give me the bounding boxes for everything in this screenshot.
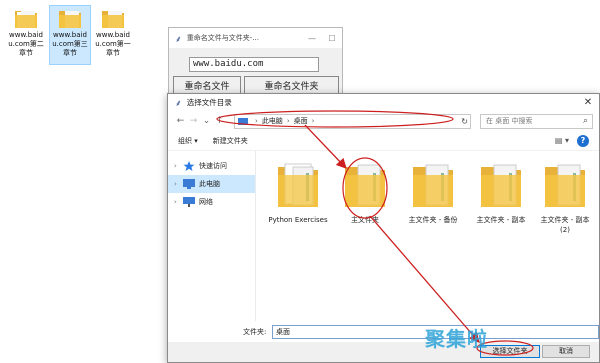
url-input[interactable]: www.baidu.com [189, 57, 319, 72]
nav-item-this-pc[interactable]: › 此电脑 [168, 175, 255, 193]
up-arrow-icon[interactable]: ↑ [213, 116, 226, 126]
file-item-python-exercises[interactable]: Python Exercises [268, 159, 328, 225]
nav-item-quick-access[interactable]: › 快速访问 [168, 157, 255, 175]
file-item-main-folder[interactable]: 主文件夹 [335, 159, 395, 225]
nav-item-network[interactable]: › 网络 [168, 193, 255, 211]
folder-icon [413, 164, 453, 207]
dialog-button-row: 选择文件夹 取消 [168, 342, 599, 362]
folder-icon [345, 164, 385, 207]
rename-app-title: 重命名文件与文件夹-... [186, 34, 259, 42]
file-item-label: Python Exercises [268, 216, 328, 224]
file-item-label: 主文件夹 - 副本 (2) [540, 216, 590, 234]
pc-icon [183, 179, 195, 189]
file-item-main-folder-backup[interactable]: 主文件夹 - 备份 [403, 159, 463, 225]
folder-name-row: 文件夹: 桌面 [168, 323, 599, 341]
help-icon[interactable]: ? [577, 134, 589, 147]
desktop-icon-label: www.baidu.com第三章节 [52, 31, 88, 57]
chevron-right-icon[interactable]: › [174, 180, 183, 188]
dialog-titlebar: ⸙ 选择文件目录 ✕ [168, 94, 599, 111]
file-item-label: 主文件夹 - 副本 [476, 216, 526, 224]
minimize-icon[interactable]: — [302, 34, 322, 43]
select-folder-button[interactable]: 选择文件夹 [480, 345, 540, 358]
file-item-label: 主文件夹 [351, 216, 379, 224]
desktop-icon-chapter3[interactable]: www.baidu.com第三章节 [49, 5, 91, 65]
file-item-main-folder-copy[interactable]: 主文件夹 - 副本 [471, 159, 531, 225]
feather-icon: ⸙ [175, 34, 182, 45]
chevron-right-icon[interactable]: › [174, 162, 183, 170]
network-icon [183, 197, 195, 207]
breadcrumb-desktop[interactable]: 桌面 [294, 116, 308, 126]
file-list: Python Exercises 主文件夹 主文件夹 - 备份 主文件夹 - 副… [263, 151, 598, 321]
select-folder-dialog: ⸙ 选择文件目录 ✕ ← → ⌄ ↑ › 此电脑 › 桌面 › ↻ 在 桌面 中… [167, 93, 600, 363]
new-folder-button[interactable]: 新建文件夹 [213, 136, 248, 146]
close-icon[interactable]: ✕ [577, 97, 599, 108]
search-icon: ⌕ [582, 115, 588, 126]
folder-icon [545, 164, 585, 207]
dialog-toolbar: 组织 ▾ 新建文件夹 ▤ ▾ ? [168, 131, 599, 151]
cancel-button[interactable]: 取消 [542, 345, 590, 358]
nav-item-label: 快速访问 [199, 162, 227, 170]
address-row: ← → ⌄ ↑ › 此电脑 › 桌面 › ↻ 在 桌面 中搜索 ⌕ [168, 111, 599, 131]
navigation-pane: › 快速访问 › 此电脑 › 网络 [168, 151, 256, 321]
file-item-label: 主文件夹 - 备份 [408, 216, 458, 224]
folder-icon [278, 163, 318, 207]
chevron-right-icon[interactable]: › [174, 198, 183, 206]
back-arrow-icon[interactable]: ← [174, 116, 187, 126]
folder-icon [481, 164, 521, 207]
folder-icon [100, 6, 126, 30]
rename-app-titlebar: ⸙ 重命名文件与文件夹-... — ☐ [169, 28, 342, 48]
breadcrumb-separator-icon[interactable]: › [287, 117, 290, 125]
breadcrumb-separator-icon[interactable]: › [312, 117, 315, 125]
breadcrumb-separator-icon[interactable]: › [255, 117, 258, 125]
desktop-icon-label: www.baidu.com第二章节 [8, 31, 44, 57]
dialog-title: 选择文件目录 [186, 98, 232, 107]
feather-icon: ⸙ [175, 99, 182, 109]
chevron-down-icon[interactable]: ⌄ [200, 116, 213, 126]
organize-menu[interactable]: 组织 ▾ [178, 136, 198, 146]
view-options-icon[interactable]: ▤ ▾ [555, 136, 569, 145]
nav-item-label: 此电脑 [199, 180, 220, 188]
desktop-icon-label: www.baidu.com第一章节 [95, 31, 131, 57]
refresh-icon[interactable]: ↻ [461, 115, 468, 128]
maximize-icon[interactable]: ☐ [322, 34, 342, 43]
pc-icon [238, 117, 248, 125]
search-placeholder: 在 桌面 中搜索 [486, 117, 533, 125]
search-input[interactable]: 在 桌面 中搜索 ⌕ [480, 113, 593, 129]
desktop-icon-chapter2[interactable]: www.baidu.com第二章节 [6, 6, 46, 58]
folder-label: 文件夹: [243, 328, 267, 336]
file-item-main-folder-copy-2[interactable]: 主文件夹 - 副本 (2) [535, 159, 595, 235]
folder-icon [13, 6, 39, 30]
folder-icon [57, 6, 83, 30]
desktop-icon-chapter1[interactable]: www.baidu.com第一章节 [93, 6, 133, 58]
address-bar[interactable]: › 此电脑 › 桌面 › ↻ [234, 113, 471, 129]
watermark-logo: 聚集啦 [425, 327, 488, 351]
star-icon [183, 161, 195, 171]
forward-arrow-icon[interactable]: → [187, 116, 200, 126]
nav-item-label: 网络 [199, 198, 213, 206]
breadcrumb-this-pc[interactable]: 此电脑 [262, 116, 283, 126]
